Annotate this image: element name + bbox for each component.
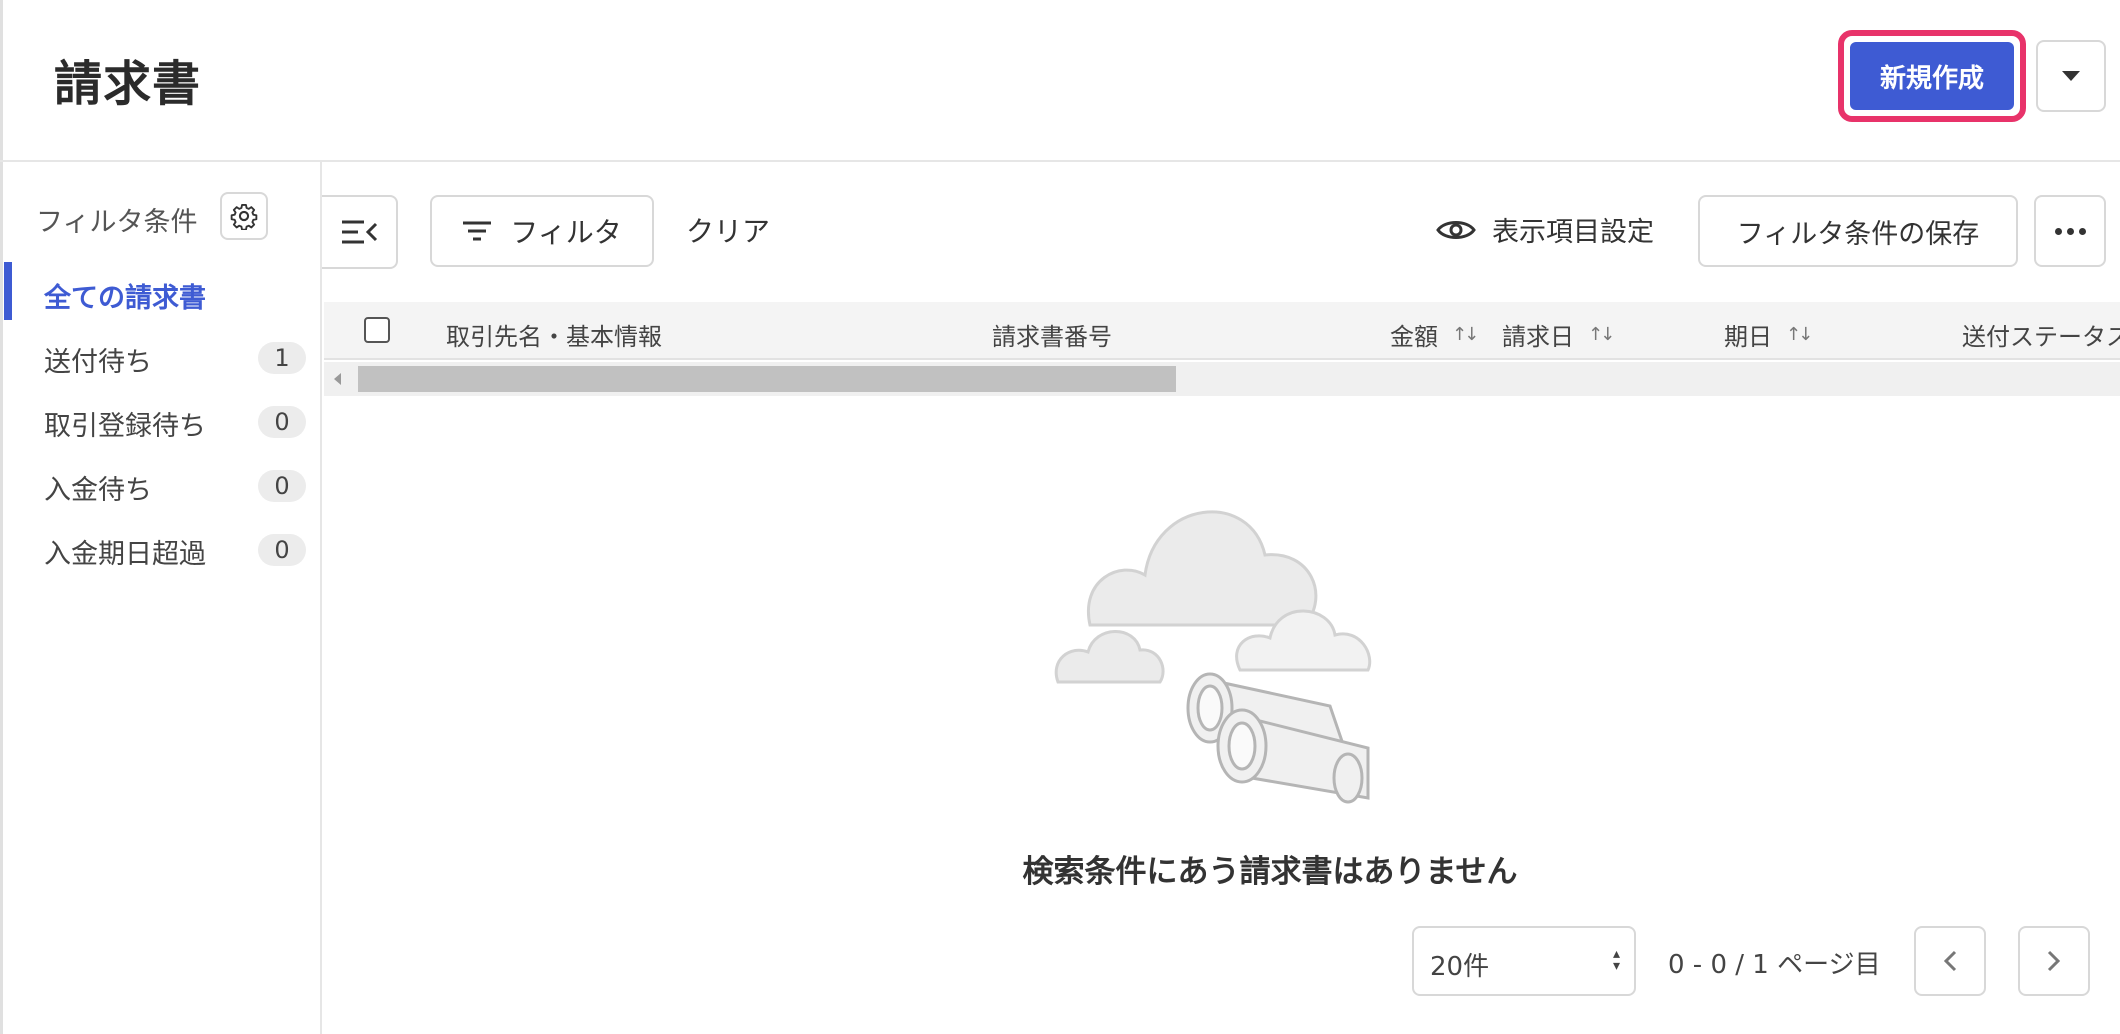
- column-header-send-status[interactable]: 送付ステータス: [1962, 317, 2120, 352]
- select-all-checkbox[interactable]: [364, 317, 390, 343]
- eye-icon: [1436, 220, 1476, 239]
- save-filter-button[interactable]: フィルタ条件の保存: [1698, 195, 2018, 267]
- filter-settings-button[interactable]: [220, 192, 268, 240]
- sidebar-item-label: 取引登録待ち: [44, 411, 206, 442]
- column-header-invoice-date[interactable]: 請求日 ↑↓: [1502, 317, 1615, 352]
- caret-down-icon: [2062, 71, 2080, 81]
- column-label: 送付ステータス: [1962, 323, 2120, 351]
- column-label: 取引先名・基本情報: [446, 323, 662, 351]
- filter-button-label: フィルタ: [510, 216, 622, 249]
- filter-sidebar: フィルタ条件 全ての請求書 送付待ち 1 取引登録待ち 0 入金待ち 0 入金期…: [0, 162, 322, 1034]
- binoculars-icon: [1186, 672, 1370, 804]
- page-title: 請求書: [54, 56, 202, 112]
- new-invoice-button[interactable]: 新規作成: [1850, 42, 2014, 110]
- filter-icon: [463, 221, 492, 241]
- sidebar-item-label: 入金期日超過: [44, 539, 206, 570]
- count-badge: 0: [258, 406, 306, 438]
- page-info: 0 - 0 / 1 ページ目: [1668, 950, 1881, 980]
- column-header-amount[interactable]: 金額 ↑↓: [1390, 317, 1479, 352]
- new-dropdown-button[interactable]: [2036, 40, 2106, 112]
- more-dot-icon: [2078, 227, 2086, 235]
- sort-icon[interactable]: ↑↓: [1588, 324, 1615, 345]
- sidebar-item-payment-overdue[interactable]: 入金期日超過 0: [0, 520, 320, 576]
- page-size-value: 20件: [1430, 952, 1490, 982]
- chevron-right-icon: [2047, 950, 2061, 972]
- sidebar-item-label: 送付待ち: [44, 347, 152, 378]
- more-dot-icon: [2066, 227, 2074, 235]
- sort-icon[interactable]: ↑↓: [1452, 324, 1479, 345]
- more-options-button[interactable]: [2034, 195, 2106, 267]
- more-dot-icon: [2054, 227, 2062, 235]
- page-size-select[interactable]: 20件 ▴ ▾: [1412, 926, 1636, 996]
- empty-state-message: 検索条件にあう請求書はありません: [1022, 854, 1518, 890]
- column-label: 請求書番号: [992, 323, 1112, 351]
- collapse-sidebar-button[interactable]: [322, 195, 398, 269]
- sort-icon[interactable]: ↑↓: [1786, 324, 1813, 345]
- count-badge: 1: [258, 342, 306, 374]
- view-settings-label: 表示項目設定: [1492, 217, 1654, 248]
- sidebar-title: フィルタ条件: [36, 207, 198, 238]
- empty-search-illustration: [1054, 510, 1372, 804]
- column-label: 請求日: [1502, 323, 1574, 351]
- invoice-app: 請求書 新規作成 フィルタ条件 全ての請求書 送付待ち 1 取引登録待ち 0 入…: [0, 0, 2120, 1034]
- clear-filter-link[interactable]: クリア: [686, 210, 770, 250]
- chevron-left-icon: [1943, 950, 1957, 972]
- previous-page-button[interactable]: [1914, 926, 1986, 996]
- next-page-button[interactable]: [2018, 926, 2090, 996]
- gear-icon: [230, 203, 258, 230]
- view-settings-button[interactable]: 表示項目設定: [1436, 210, 1654, 249]
- column-header-due-date[interactable]: 期日 ↑↓: [1724, 317, 1813, 352]
- sidebar-item-label: 入金待ち: [44, 475, 152, 506]
- column-label: 期日: [1724, 323, 1772, 351]
- sidebar-item-label: 全ての請求書: [44, 283, 206, 314]
- scrollbar-thumb[interactable]: [358, 366, 1176, 392]
- collapse-menu-icon: [342, 220, 378, 244]
- column-header-invoice-number[interactable]: 請求書番号: [992, 317, 1112, 352]
- column-header-client[interactable]: 取引先名・基本情報: [446, 317, 662, 352]
- count-badge: 0: [258, 470, 306, 502]
- scroll-left-arrow-icon[interactable]: [334, 373, 341, 385]
- table-header: 取引先名・基本情報 請求書番号 金額 ↑↓ 請求日 ↑↓ 期日 ↑↓ 送付ステー…: [324, 302, 2120, 360]
- sidebar-item-awaiting-registration[interactable]: 取引登録待ち 0: [0, 392, 320, 448]
- sidebar-item-all-invoices[interactable]: 全ての請求書: [0, 262, 320, 320]
- sidebar-item-awaiting-payment[interactable]: 入金待ち 0: [0, 456, 320, 512]
- cloud-small-left-icon: [1054, 630, 1165, 684]
- select-arrows-icon: ▴ ▾: [1612, 946, 1620, 974]
- count-badge: 0: [258, 534, 306, 566]
- cloud-icon: [1086, 510, 1318, 627]
- sidebar-item-awaiting-send[interactable]: 送付待ち 1: [0, 328, 320, 384]
- horizontal-scrollbar[interactable]: [324, 362, 2120, 396]
- filter-button[interactable]: フィルタ: [430, 195, 654, 267]
- column-label: 金額: [1390, 323, 1438, 351]
